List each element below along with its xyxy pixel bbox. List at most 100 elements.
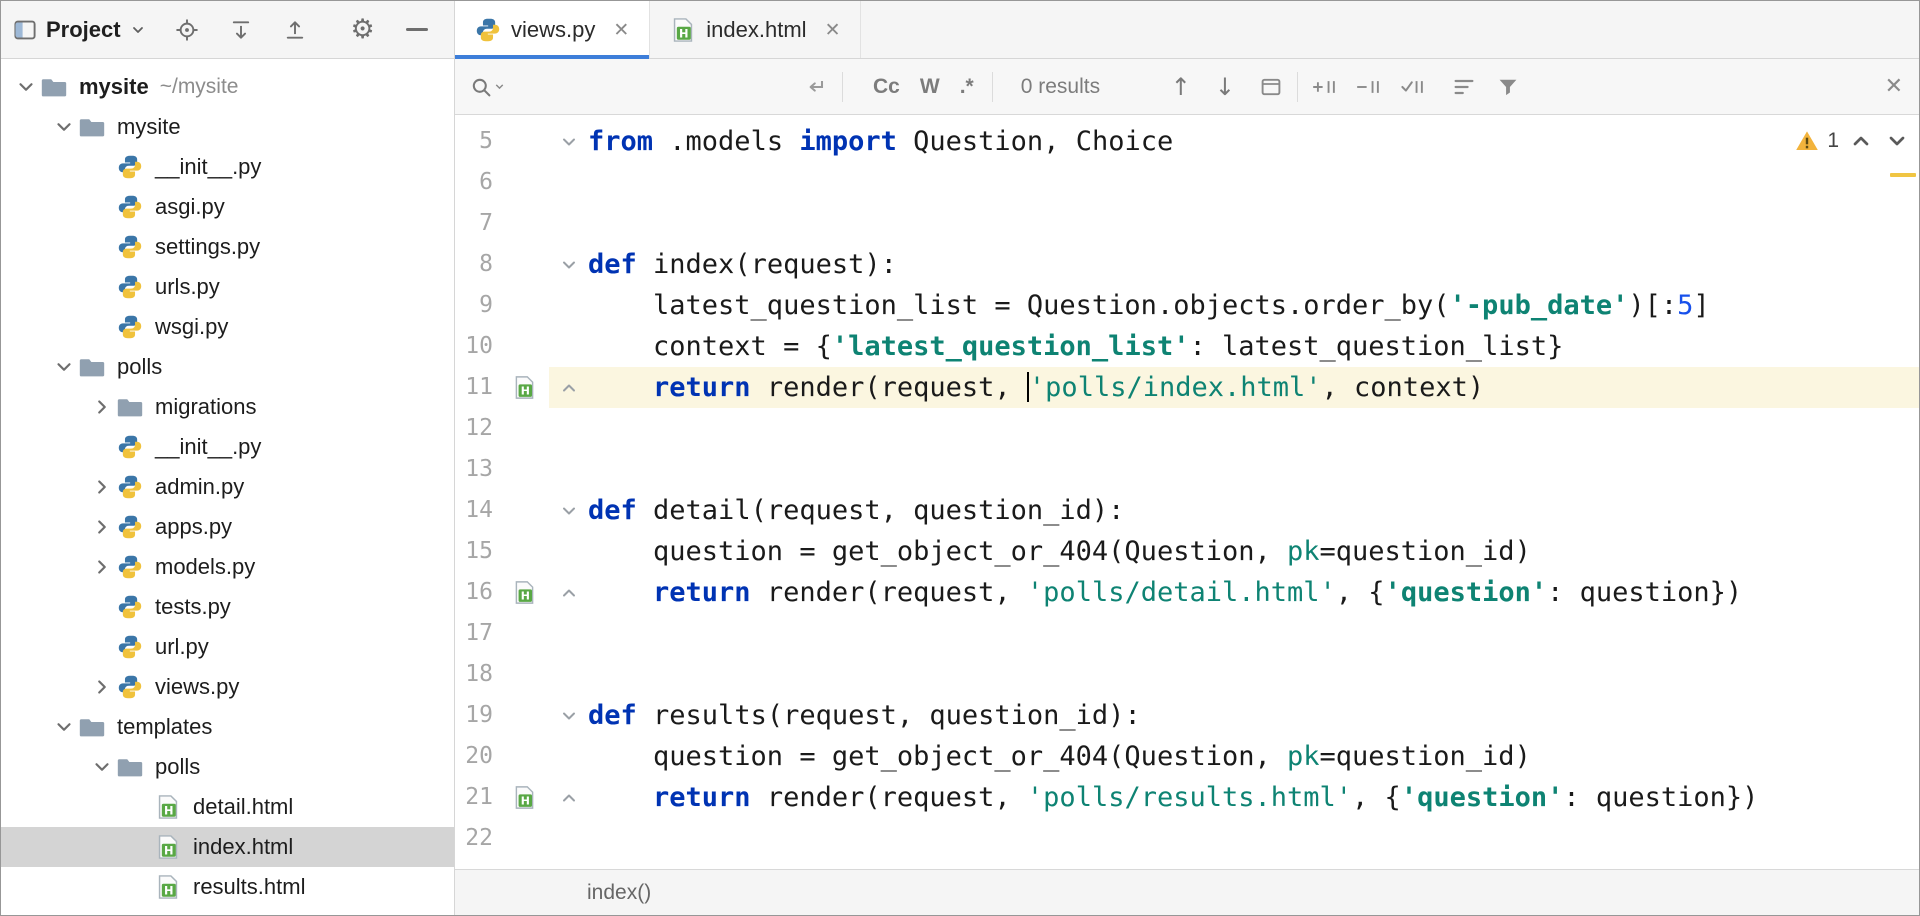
search-icon[interactable] <box>469 75 493 99</box>
code-text[interactable]: return render(request, 'polls/detail.htm… <box>588 572 1919 613</box>
newline-icon[interactable] <box>804 75 828 99</box>
related-template-icon[interactable]: H <box>499 777 549 818</box>
fold-open-icon[interactable] <box>549 695 588 736</box>
related-template-icon[interactable]: H <box>499 367 549 408</box>
line-number[interactable]: 8 <box>455 244 499 285</box>
code-text[interactable] <box>588 408 1919 449</box>
code-text[interactable] <box>588 818 1919 859</box>
close-search-icon[interactable]: ✕ <box>1885 74 1903 99</box>
fold-close-icon[interactable] <box>549 572 588 613</box>
line-number[interactable]: 13 <box>455 449 499 490</box>
code-line-9[interactable]: 9 latest_question_list = Question.object… <box>455 285 1919 326</box>
tab-close-icon[interactable]: ✕ <box>613 19 629 41</box>
whole-words-toggle[interactable]: W <box>916 75 944 99</box>
project-selector[interactable]: Project <box>13 17 146 43</box>
tree-item-models-py[interactable]: models.py <box>1 547 454 587</box>
remove-occurrence-icon[interactable] <box>1356 76 1382 98</box>
chevron-down-icon[interactable] <box>49 116 79 138</box>
hide-panel-icon[interactable] <box>402 15 432 45</box>
tree-item-migrations[interactable]: migrations <box>1 387 454 427</box>
line-number[interactable]: 19 <box>455 695 499 736</box>
tree-item-url-py[interactable]: url.py <box>1 627 454 667</box>
code-editor[interactable]: 5 from .models import Question, Choice 678… <box>455 115 1919 869</box>
tree-item-polls[interactable]: polls <box>1 347 454 387</box>
code-text[interactable]: question = get_object_or_404(Question, p… <box>588 531 1919 572</box>
chevron-down-icon[interactable] <box>87 756 117 778</box>
code-line-20[interactable]: 20 question = get_object_or_404(Question… <box>455 736 1919 777</box>
related-template-icon[interactable]: H <box>499 572 549 613</box>
tree-item-index-html[interactable]: Hindex.html <box>1 827 454 867</box>
tree-item-init-py[interactable]: __init__.py <box>1 427 454 467</box>
tab-views-py[interactable]: views.py✕ <box>455 1 650 58</box>
tab-index-html[interactable]: Hindex.html✕ <box>650 1 861 58</box>
code-text[interactable]: from .models import Question, Choice <box>588 121 1919 162</box>
code-line-18[interactable]: 18 <box>455 654 1919 695</box>
fold-close-icon[interactable] <box>549 777 588 818</box>
add-occurrence-icon[interactable] <box>1312 76 1338 98</box>
collapse-all-icon[interactable] <box>280 15 310 45</box>
code-line-21[interactable]: 21H return render(request, 'polls/result… <box>455 777 1919 818</box>
code-text[interactable] <box>588 203 1919 244</box>
code-line-14[interactable]: 14 def detail(request, question_id): <box>455 490 1919 531</box>
tree-item-tests-py[interactable]: tests.py <box>1 587 454 627</box>
line-number[interactable]: 10 <box>455 326 499 367</box>
expand-all-icon[interactable] <box>226 15 256 45</box>
tree-item-polls[interactable]: polls <box>1 747 454 787</box>
line-number[interactable]: 14 <box>455 490 499 531</box>
code-text[interactable]: def index(request): <box>588 244 1919 285</box>
code-text[interactable]: return render(request, 'polls/index.html… <box>588 367 1919 408</box>
code-line-15[interactable]: 15 question = get_object_or_404(Question… <box>455 531 1919 572</box>
code-text[interactable]: context = {'latest_question_list': lates… <box>588 326 1919 367</box>
search-options-chevron-icon[interactable] <box>493 80 506 93</box>
code-line-6[interactable]: 6 <box>455 162 1919 203</box>
chevron-right-icon[interactable] <box>87 676 117 698</box>
match-case-toggle[interactable]: Cc <box>869 75 904 99</box>
tree-item-wsgi-py[interactable]: wsgi.py <box>1 307 454 347</box>
search-input[interactable] <box>512 73 804 101</box>
line-number[interactable]: 18 <box>455 654 499 695</box>
breadcrumb[interactable]: index() <box>587 881 651 905</box>
code-text[interactable]: latest_question_list = Question.objects.… <box>588 285 1919 326</box>
line-number[interactable]: 9 <box>455 285 499 326</box>
line-number[interactable]: 12 <box>455 408 499 449</box>
tree-item-apps-py[interactable]: apps.py <box>1 507 454 547</box>
line-number[interactable]: 22 <box>455 818 499 859</box>
chevron-right-icon[interactable] <box>87 396 117 418</box>
tree-item-mysite[interactable]: mysite~/mysite <box>1 67 454 107</box>
code-line-16[interactable]: 16H return render(request, 'polls/detail… <box>455 572 1919 613</box>
open-in-find-window-icon[interactable] <box>1259 75 1283 99</box>
code-line-17[interactable]: 17 <box>455 613 1919 654</box>
tree-item-asgi-py[interactable]: asgi.py <box>1 187 454 227</box>
line-number[interactable]: 6 <box>455 162 499 203</box>
fold-open-icon[interactable] <box>549 121 588 162</box>
code-text[interactable]: return render(request, 'polls/results.ht… <box>588 777 1919 818</box>
code-line-5[interactable]: 5 from .models import Question, Choice <box>455 121 1919 162</box>
code-line-19[interactable]: 19def results(request, question_id): <box>455 695 1919 736</box>
code-text[interactable]: def detail(request, question_id): <box>588 490 1919 531</box>
line-number[interactable]: 21 <box>455 777 499 818</box>
previous-occurrence-icon[interactable]: ↑ <box>1171 73 1191 101</box>
chevron-right-icon[interactable] <box>87 556 117 578</box>
tree-item-results-html[interactable]: Hresults.html <box>1 867 454 907</box>
line-number[interactable]: 16 <box>455 572 499 613</box>
chevron-down-icon[interactable] <box>11 76 41 98</box>
code-text[interactable]: question = get_object_or_404(Question, p… <box>588 736 1919 777</box>
code-line-8[interactable]: 8 def index(request): <box>455 244 1919 285</box>
next-problem-icon[interactable] <box>1883 127 1911 155</box>
tree-item-templates[interactable]: templates <box>1 707 454 747</box>
chevron-right-icon[interactable] <box>87 476 117 498</box>
tab-close-icon[interactable]: ✕ <box>825 19 841 41</box>
tree-item-urls-py[interactable]: urls.py <box>1 267 454 307</box>
code-line-10[interactable]: 10 context = {'latest_question_list': la… <box>455 326 1919 367</box>
code-line-22[interactable]: 22 <box>455 818 1919 859</box>
settings-gear-icon[interactable]: ⚙ <box>348 15 378 45</box>
tree-item-detail-html[interactable]: Hdetail.html <box>1 787 454 827</box>
code-line-7[interactable]: 7 <box>455 203 1919 244</box>
previous-problem-icon[interactable] <box>1847 127 1875 155</box>
line-number[interactable]: 5 <box>455 121 499 162</box>
code-text[interactable] <box>588 449 1919 490</box>
code-line-12[interactable]: 12 <box>455 408 1919 449</box>
tree-item-admin-py[interactable]: admin.py <box>1 467 454 507</box>
code-line-13[interactable]: 13 <box>455 449 1919 490</box>
next-occurrence-icon[interactable]: ↓ <box>1215 73 1235 101</box>
